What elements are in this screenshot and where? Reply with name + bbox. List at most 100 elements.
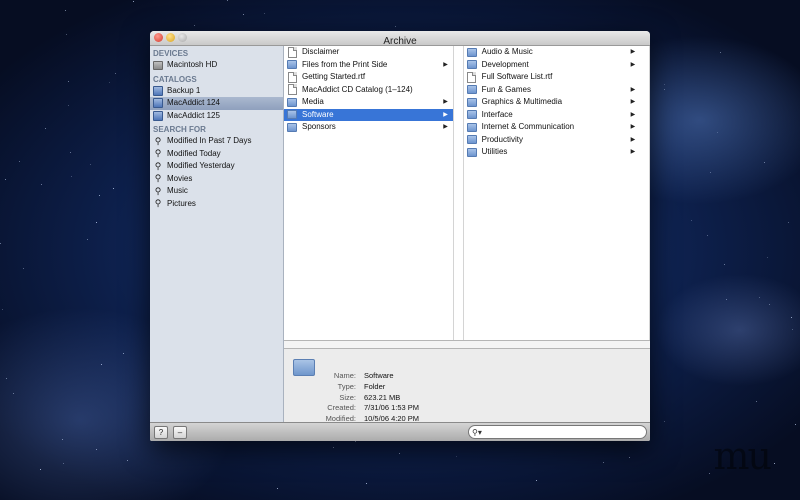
- browser-row[interactable]: Fun & Games ▶: [464, 84, 641, 97]
- star: [96, 449, 97, 450]
- browser-row[interactable]: Graphics & Multimedia ▶: [464, 96, 641, 109]
- sidebar-item[interactable]: ⚲ Movies: [150, 173, 283, 186]
- sidebar: DEVICES Macintosh HD CATALOGS Backup 1 MacAd…: [150, 46, 284, 422]
- star: [65, 10, 66, 11]
- browser-row[interactable]: Interface ▶: [464, 109, 641, 122]
- browser-row[interactable]: Full Software List.rtf: [464, 71, 641, 84]
- disclosure-arrow-icon: ▶: [630, 86, 636, 93]
- sidebar-item-label: Macintosh HD: [167, 60, 218, 69]
- info-label: Created:: [327, 403, 356, 413]
- star: [90, 164, 91, 165]
- disclosure-arrow-icon: ▶: [443, 111, 448, 118]
- star: [243, 14, 244, 15]
- info-value: Software: [364, 371, 394, 380]
- browser-row[interactable]: Productivity ▶: [464, 134, 641, 147]
- sidebar-item[interactable]: MacAddict 125: [150, 110, 283, 123]
- sidebar-item[interactable]: Macintosh HD: [150, 59, 283, 72]
- catalog-icon: [153, 110, 163, 121]
- folder-icon: [466, 85, 477, 95]
- star: [795, 424, 796, 425]
- star: [99, 195, 100, 196]
- sidebar-item-label: MacAddict 124: [167, 98, 220, 107]
- star: [788, 222, 789, 223]
- magnifier-icon: ⚲: [154, 173, 162, 184]
- sidebar-item[interactable]: ⚲ Modified In Past 7 Days: [150, 135, 283, 148]
- browser-row[interactable]: MacAddict CD Catalog (1–124): [284, 84, 453, 97]
- browser-row[interactable]: Internet & Communication ▶: [464, 121, 641, 134]
- star: [70, 152, 71, 153]
- sidebar-section-header: DEVICES: [153, 49, 189, 58]
- sidebar-item[interactable]: MacAddict 124: [150, 97, 283, 110]
- star: [68, 81, 69, 82]
- remove-button[interactable]: –: [173, 426, 187, 439]
- titlebar[interactable]: Archive: [150, 31, 650, 47]
- star: [264, 13, 265, 14]
- folder-icon: [287, 60, 297, 70]
- star: [791, 317, 792, 318]
- folder-icon: [466, 60, 477, 70]
- column-1-scroll-track[interactable]: [453, 46, 464, 340]
- star: [707, 235, 708, 236]
- folder-icon: [466, 147, 477, 157]
- star: [717, 132, 718, 133]
- catalog-icon: [153, 98, 163, 109]
- sidebar-item[interactable]: ⚲ Pictures: [150, 198, 283, 211]
- star: [68, 105, 69, 106]
- browser-row[interactable]: Utilities ▶: [464, 146, 641, 159]
- minimize-window-button[interactable]: [166, 33, 175, 42]
- search-input[interactable]: [483, 427, 634, 437]
- search-icon[interactable]: ⚲▾: [472, 428, 482, 437]
- folder-icon: [466, 110, 477, 120]
- browser-row-label: Software: [302, 109, 334, 119]
- star: [115, 73, 116, 74]
- column-2-scroll-track[interactable]: [640, 46, 650, 340]
- star: [6, 378, 7, 379]
- browser-row[interactable]: Disclaimer: [284, 46, 453, 59]
- magnifier-icon: ⚲: [154, 198, 162, 209]
- help-button[interactable]: ?: [154, 426, 168, 439]
- browser-row-label: Audio & Music: [481, 47, 533, 56]
- sidebar-item[interactable]: Backup 1: [150, 85, 283, 98]
- star: [769, 304, 770, 305]
- sidebar-item[interactable]: ⚲ Modified Today: [150, 148, 283, 161]
- sidebar-section-header: CATALOGS: [153, 74, 197, 84]
- sidebar-item[interactable]: ⚲ Music: [150, 185, 283, 198]
- star: [71, 176, 72, 177]
- close-window-button[interactable]: [154, 33, 163, 42]
- browser-row[interactable]: Development ▶: [464, 59, 641, 72]
- info-value: Folder: [364, 381, 386, 391]
- browser-row[interactable]: Software ▶: [284, 108, 453, 121]
- browser-row[interactable]: Audio & Music ▶: [464, 46, 641, 59]
- archive-window: Archive DEVICES Macintosh HD CATALOGS Backu…: [150, 31, 650, 441]
- folder-icon: [287, 110, 297, 120]
- star: [764, 162, 765, 163]
- document-icon: [287, 46, 297, 58]
- browser-row[interactable]: Media ▶: [284, 96, 453, 109]
- search-field[interactable]: ⚲▾: [468, 425, 647, 439]
- browser-column-2[interactable]: Audio & Music ▶ Development ▶ Full Software …: [464, 46, 641, 340]
- browser-column-1[interactable]: Disclaimer Files from the Print Side ▶ Gett…: [284, 46, 454, 340]
- browser-row-label: Development: [481, 59, 529, 69]
- star: [13, 393, 14, 394]
- star: [19, 161, 20, 162]
- sidebar-item[interactable]: ⚲ Modified Yesterday: [150, 160, 283, 173]
- sidebar-item-label: MacAddict 125: [167, 110, 220, 120]
- browser-row-label: Sponsors: [302, 122, 336, 131]
- zoom-window-button[interactable]: [178, 33, 187, 42]
- sidebar-item-label: Modified In Past 7 Days: [167, 136, 252, 145]
- star: [709, 473, 710, 474]
- info-value: 623.21 MB: [364, 392, 401, 402]
- star: [133, 1, 134, 2]
- browser-row-label: Internet & Communication: [481, 122, 575, 131]
- star: [23, 268, 24, 269]
- browser-row-label: Productivity: [481, 134, 523, 144]
- star: [792, 329, 793, 330]
- document-icon: [287, 84, 297, 96]
- magnifier-icon: ⚲: [154, 135, 162, 146]
- browser-row[interactable]: Files from the Print Side ▶: [284, 59, 453, 72]
- browser-row[interactable]: Sponsors ▶: [284, 121, 453, 134]
- star: [399, 453, 400, 454]
- browser-row-label: Disclaimer: [302, 47, 340, 56]
- browser-row[interactable]: Getting Started.rtf: [284, 71, 453, 84]
- folder-icon: [466, 122, 477, 132]
